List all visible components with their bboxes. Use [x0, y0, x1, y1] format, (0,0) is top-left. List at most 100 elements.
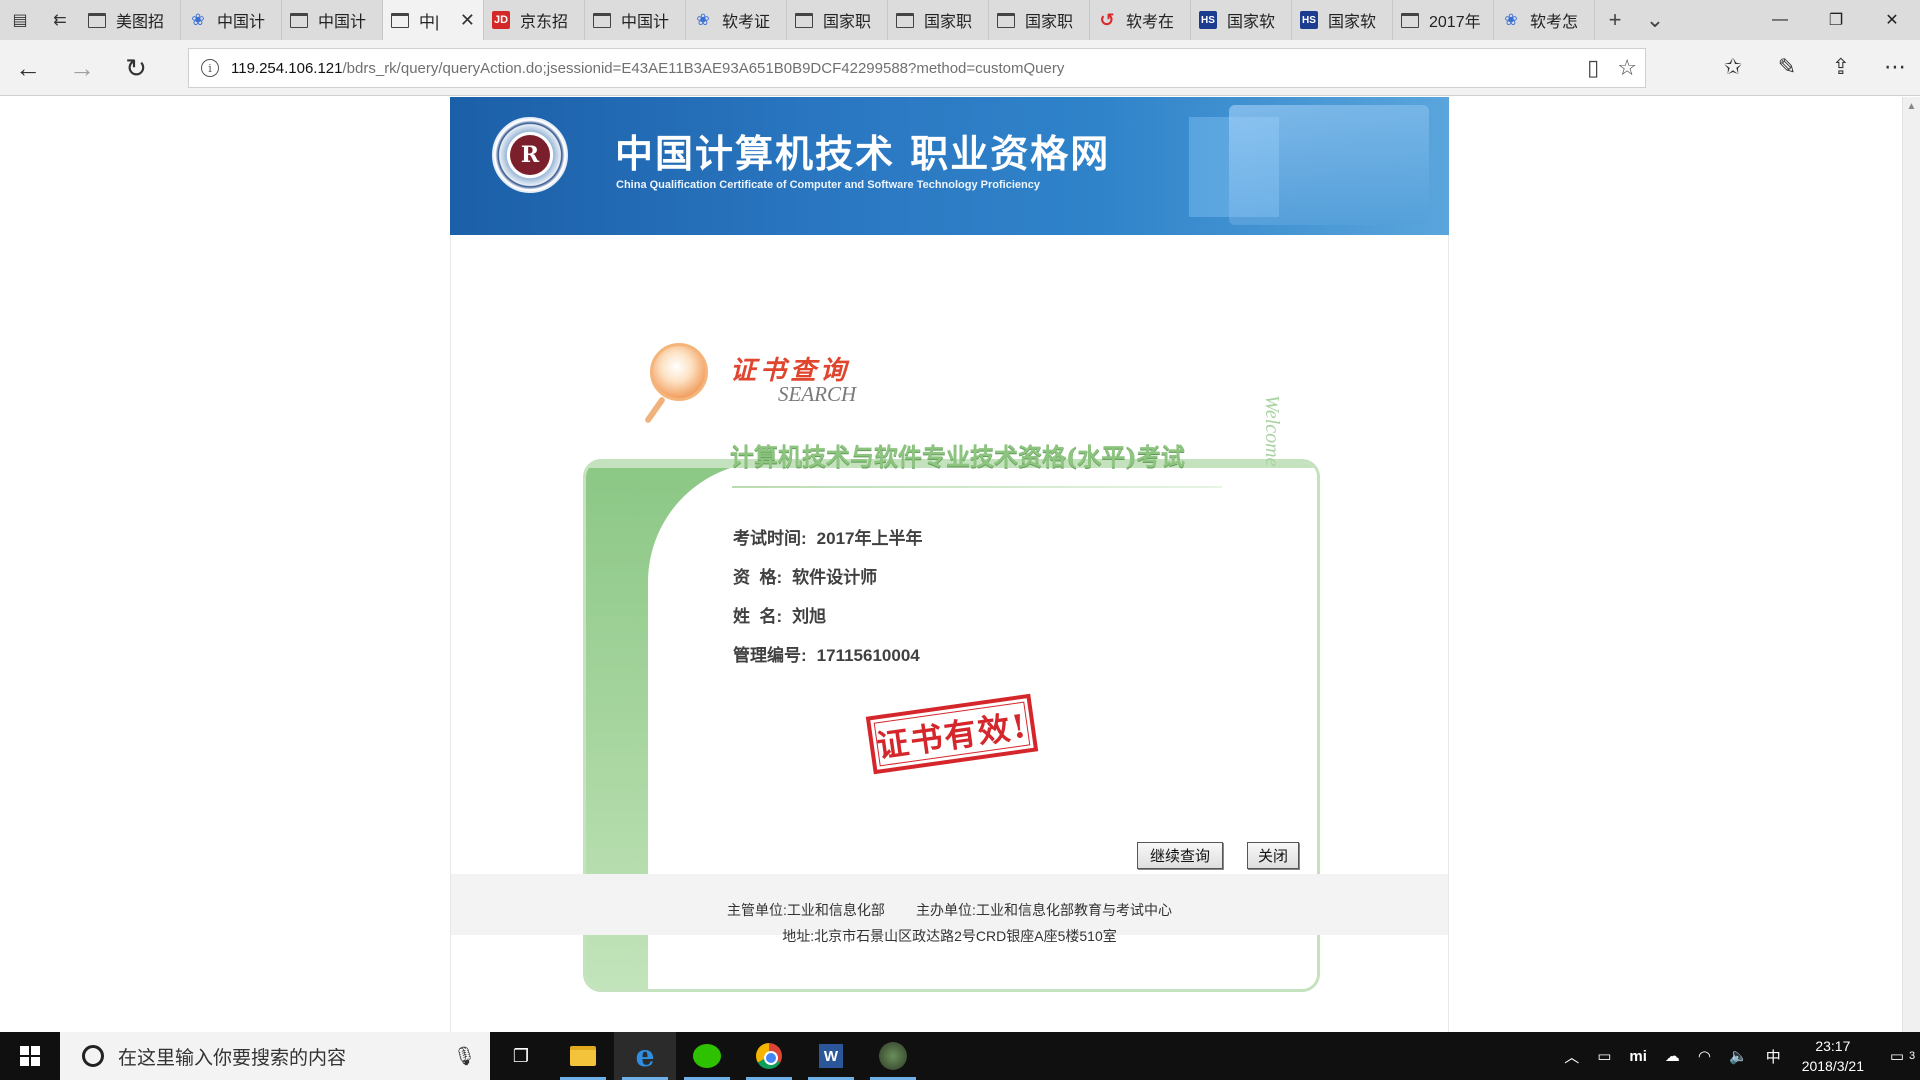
- wifi-icon[interactable]: ◠: [1689, 1047, 1720, 1065]
- url-host: 119.254.106.121: [231, 59, 343, 77]
- back-button[interactable]: ←: [10, 50, 46, 86]
- close-button[interactable]: 关闭: [1247, 842, 1299, 869]
- clock-date: 2018/3/21: [1801, 1058, 1864, 1074]
- scroll-up-icon[interactable]: ▲: [1903, 101, 1920, 112]
- site-info-icon[interactable]: i: [201, 59, 219, 77]
- browser-tab[interactable]: 国家职: [787, 0, 888, 40]
- browser-tab[interactable]: HS 国家软: [1191, 0, 1292, 40]
- folder-icon: [570, 1046, 596, 1066]
- welcome-text: Welcome: [1261, 395, 1283, 467]
- field-exam-time: 考试时间: 2017年上半年: [733, 529, 923, 548]
- volume-icon[interactable]: 🔈: [1720, 1047, 1757, 1065]
- close-tab-icon[interactable]: ✕: [460, 10, 475, 31]
- vertical-scrollbar[interactable]: ▲: [1902, 97, 1920, 1032]
- tab-label: 软考在: [1126, 14, 1175, 31]
- tab-label: 软考怎: [1530, 14, 1579, 31]
- tab-label: 国家职: [924, 14, 973, 31]
- tab-label: 美图招: [116, 14, 165, 31]
- hs-icon: HS: [1300, 11, 1318, 29]
- minimize-button[interactable]: —: [1752, 0, 1808, 40]
- browser-tab[interactable]: JD 京东招: [484, 0, 585, 40]
- action-center-button[interactable]: ▭ 3: [1876, 1047, 1920, 1065]
- taskbar-search-box[interactable]: 在这里输入你要搜索的内容 🎙: [60, 1032, 490, 1080]
- word-icon: W: [819, 1044, 843, 1068]
- windows-logo-icon: [20, 1046, 40, 1066]
- field-qualification: 资 格: 软件设计师: [733, 568, 878, 587]
- browser-tab[interactable]: 中| ✕: [383, 0, 484, 40]
- page-icon: [88, 12, 106, 28]
- task-view-button[interactable]: ❐: [490, 1032, 552, 1080]
- tab-label: 京东招: [520, 14, 569, 31]
- page-icon: [896, 12, 914, 28]
- tab-label: 国家软: [1227, 14, 1276, 31]
- show-hidden-icons-chevron-icon[interactable]: ︿: [1555, 1046, 1588, 1067]
- word-app[interactable]: W: [800, 1032, 862, 1080]
- close-window-button[interactable]: ✕: [1864, 0, 1920, 40]
- search-subheading: SEARCH: [778, 382, 857, 406]
- web-note-icon[interactable]: ✎: [1772, 52, 1802, 82]
- favorite-star-icon[interactable]: ☆: [1617, 55, 1637, 81]
- share-icon[interactable]: ⇪: [1826, 52, 1856, 82]
- browser-tab[interactable]: 2017年: [1393, 0, 1494, 40]
- field-management-number: 管理编号: 17115610004: [733, 646, 920, 665]
- page-footer: 主管单位:工业和信息化部 主办单位:工业和信息化部教育与考试中心 地址:北京市石…: [451, 874, 1448, 944]
- restore-button[interactable]: ❐: [1808, 0, 1864, 40]
- page-icon: [1401, 12, 1419, 28]
- clock[interactable]: 23:17 2018/3/21: [1790, 1036, 1876, 1076]
- file-explorer-app[interactable]: [552, 1032, 614, 1080]
- paw-icon: ❀: [191, 12, 205, 29]
- site-subtitle: China Qualification Certificate of Compu…: [616, 179, 1040, 191]
- browser-tab[interactable]: 中国计: [585, 0, 686, 40]
- refresh-button[interactable]: ↻: [118, 50, 154, 86]
- exam-title: 计算机技术与软件专业技术资格(水平)考试: [730, 442, 1185, 471]
- tab-label: 中国计: [318, 14, 367, 31]
- edge-icon: e: [635, 1038, 655, 1074]
- forward-button[interactable]: →: [64, 50, 100, 86]
- tab-label: 中国计: [621, 14, 670, 31]
- wechat-app[interactable]: [676, 1032, 738, 1080]
- browser-tab[interactable]: ❀ 中国计: [181, 0, 282, 40]
- battery-icon[interactable]: ▭: [1588, 1047, 1620, 1065]
- browser-tab[interactable]: ↺ 软考在: [1090, 0, 1191, 40]
- footer-address: 地址:北京市石景山区政达路2号CRD银座A座5楼510室: [782, 928, 1117, 944]
- wechat-icon: [693, 1044, 721, 1068]
- notification-count: 3: [1909, 1050, 1916, 1062]
- chrome-icon: [756, 1043, 782, 1069]
- edge-app[interactable]: e: [614, 1032, 676, 1080]
- tab-list-icon[interactable]: ▤: [0, 0, 40, 40]
- set-aside-tabs-icon[interactable]: ⇇: [40, 0, 80, 40]
- browser-tab[interactable]: HS 国家软: [1292, 0, 1393, 40]
- navigation-bar: ← → ↻ i 119.254.106.121/bdrs_rk/query/qu…: [0, 40, 1920, 96]
- taskbar-search-placeholder: 在这里输入你要搜索的内容: [118, 1047, 347, 1069]
- start-button[interactable]: [0, 1032, 60, 1080]
- site-logo-seal: R: [492, 117, 568, 193]
- paw-icon: ❀: [1504, 12, 1518, 29]
- microphone-icon[interactable]: 🎙: [453, 1046, 476, 1067]
- address-bar[interactable]: i 119.254.106.121/bdrs_rk/query/queryAct…: [188, 48, 1646, 88]
- continue-query-button[interactable]: 继续查询: [1137, 842, 1223, 869]
- tab-label: 中|: [419, 14, 440, 31]
- browser-tab[interactable]: 中国计: [282, 0, 383, 40]
- browser-tab[interactable]: 国家职: [989, 0, 1090, 40]
- tab-preview-chevron-icon[interactable]: ⌄: [1635, 0, 1675, 40]
- browser-tab[interactable]: ❀ 软考怎: [1494, 0, 1595, 40]
- browser-tab[interactable]: ❀ 软考证: [686, 0, 787, 40]
- page-icon: [290, 12, 308, 28]
- reading-view-icon[interactable]: ▯: [1587, 55, 1599, 81]
- more-menu-icon[interactable]: ⋯: [1880, 52, 1910, 82]
- tab-label: 中国计: [217, 14, 266, 31]
- page-icon: [997, 12, 1015, 28]
- new-tab-button[interactable]: +: [1595, 0, 1635, 40]
- chrome-app[interactable]: [738, 1032, 800, 1080]
- tab-label: 国家职: [1025, 14, 1074, 31]
- ime-indicator[interactable]: 中: [1757, 1046, 1790, 1067]
- mi-icon[interactable]: mi: [1620, 1048, 1656, 1065]
- browser-tab[interactable]: 美图招: [80, 0, 181, 40]
- tab-bar: ▤ ⇇ 美图招 ❀ 中国计 中国计 中| ✕ JD 京东招 中国计 ❀ 软考证 国家职 国家职 国家职 ↺ 软…: [0, 0, 1920, 40]
- window-controls: — ❐ ✕: [1752, 0, 1920, 40]
- tab-label: 国家职: [823, 14, 872, 31]
- onedrive-cloud-icon[interactable]: ☁: [1656, 1047, 1689, 1065]
- browser-tab[interactable]: 国家职: [888, 0, 989, 40]
- photo-app[interactable]: [862, 1032, 924, 1080]
- favorites-hub-icon[interactable]: ✩: [1718, 52, 1748, 82]
